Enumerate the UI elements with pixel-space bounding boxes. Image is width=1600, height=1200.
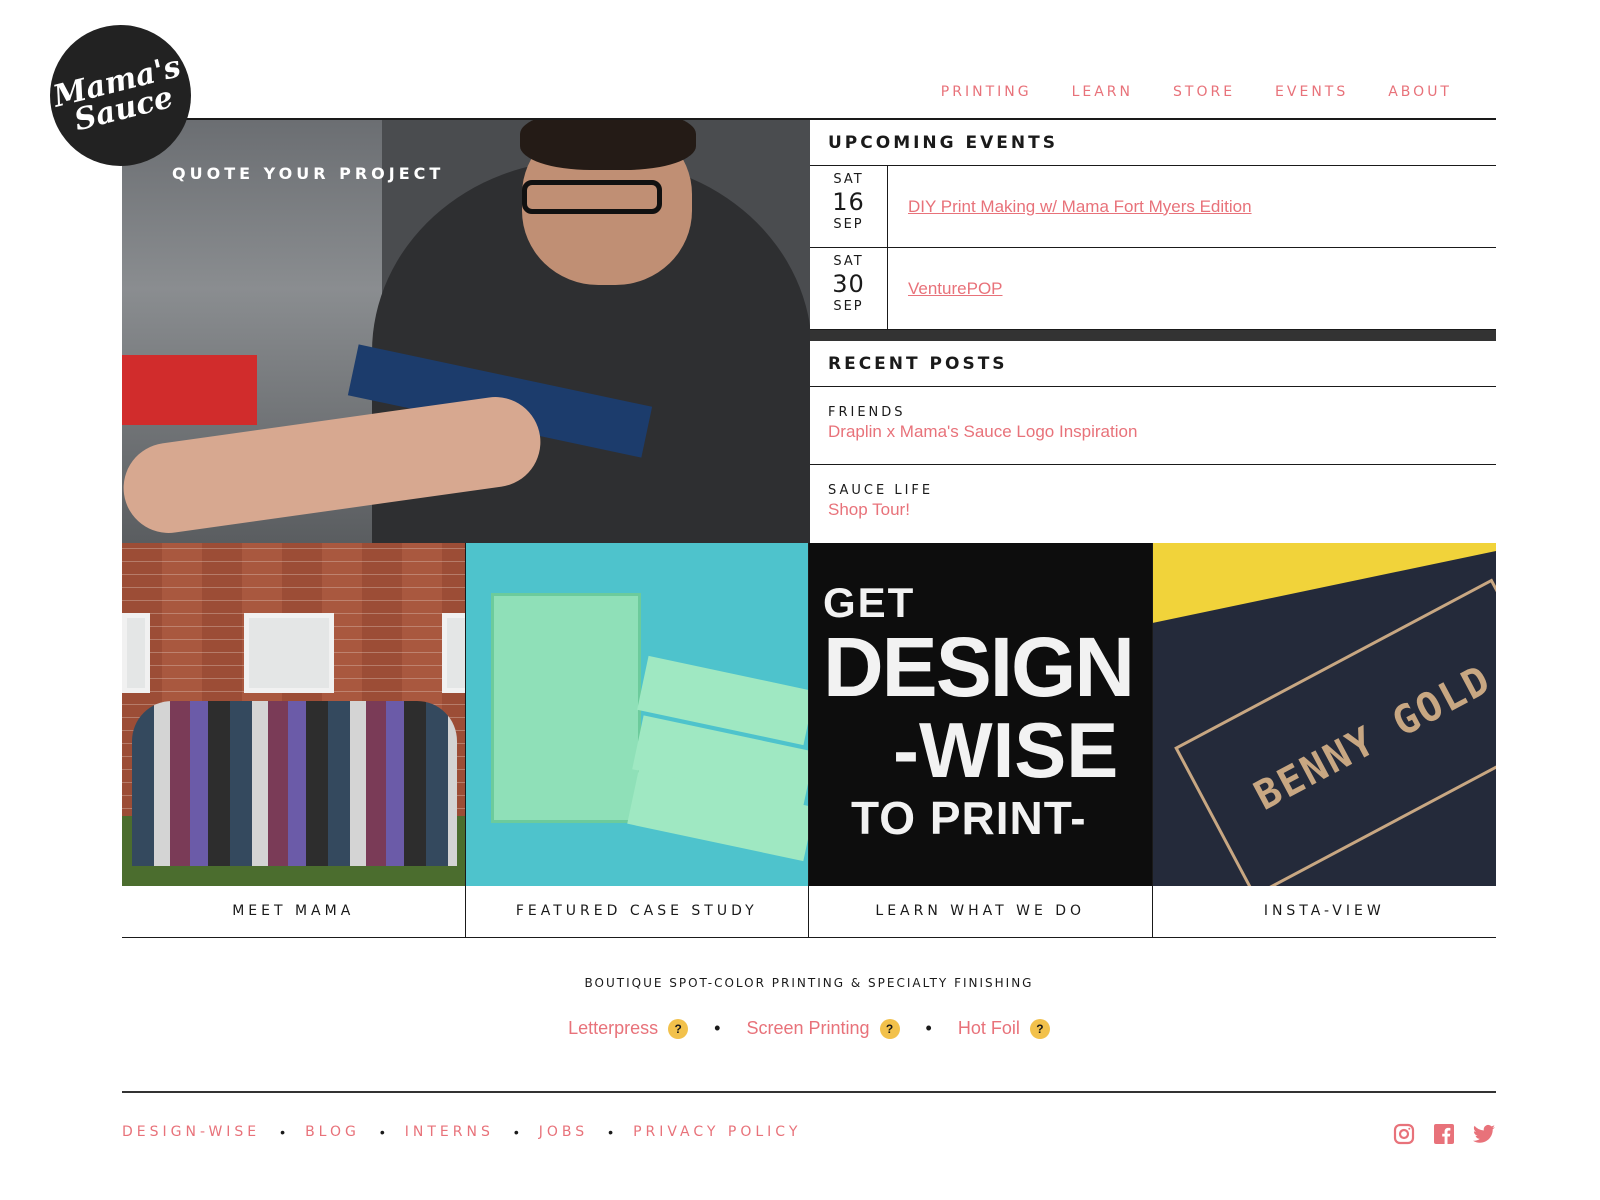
tile-caption[interactable]: INSTA-VIEW <box>1153 886 1497 937</box>
footer-interns[interactable]: INTERNS <box>405 1124 494 1140</box>
tile-caption[interactable]: FEATURED CASE STUDY <box>466 886 809 937</box>
nav-events[interactable]: EVENTS <box>1275 84 1348 100</box>
nav-about[interactable]: ABOUT <box>1388 84 1452 100</box>
tagline: BOUTIQUE SPOT-COLOR PRINTING & SPECIALTY… <box>584 976 1034 990</box>
foil-label: BENNY GOLD <box>1173 578 1496 886</box>
nav-store[interactable]: STORE <box>1173 84 1235 100</box>
tile-learn-what-we-do[interactable]: GET DESIGN -WISE TO PRINT- LEARN WHAT WE… <box>809 543 1153 937</box>
design-wise-graphic[interactable]: GET DESIGN -WISE TO PRINT- <box>809 543 1152 886</box>
separator-dot: • <box>379 1124 385 1140</box>
tiles-divider <box>122 937 1496 938</box>
service-screen-printing[interactable]: Screen Printing ? <box>746 1018 900 1039</box>
case-study-photo[interactable] <box>465 543 808 886</box>
event-date: SAT 16 SEP <box>810 166 888 247</box>
separator-dot: • <box>280 1124 286 1140</box>
hero-person-glasses <box>522 180 662 214</box>
event-month: SEP <box>833 217 864 232</box>
service-letterpress[interactable]: Letterpress ? <box>568 1018 689 1039</box>
tile-caption[interactable]: LEARN WHAT WE DO <box>809 886 1152 937</box>
post-item[interactable]: SAUCE LIFE Shop Tour! <box>810 464 1496 541</box>
event-link[interactable]: DIY Print Making w/ Mama Fort Myers Edit… <box>888 166 1496 247</box>
event-dow: SAT <box>833 254 864 269</box>
design-wise-lettering: GET DESIGN -WISE TO PRINT- <box>823 579 1135 845</box>
footer-nav: DESIGN-WISE • BLOG • INTERNS • JOBS • PR… <box>122 1124 801 1140</box>
help-icon[interactable]: ? <box>1029 1018 1050 1039</box>
hero-red-box <box>122 355 257 425</box>
nav-printing[interactable]: PRINTING <box>941 84 1032 100</box>
hero-person-hair <box>520 120 696 170</box>
post-category: FRIENDS <box>828 405 906 420</box>
post-item[interactable]: FRIENDS Draplin x Mama's Sauce Logo Insp… <box>810 387 1496 464</box>
service-label: Screen Printing <box>746 1018 870 1038</box>
tile-featured-case-study[interactable]: FEATURED CASE STUDY <box>465 543 809 937</box>
footer-jobs[interactable]: JOBS <box>539 1124 588 1140</box>
social-links <box>1392 1122 1496 1146</box>
team-group <box>132 701 457 866</box>
separator-dot: • <box>608 1124 614 1140</box>
mamas-sauce-logo[interactable]: Mama's Sauce <box>50 25 191 166</box>
event-day: 30 <box>832 270 865 298</box>
service-hot-foil[interactable]: Hot Foil ? <box>958 1018 1050 1039</box>
event-item[interactable]: SAT 16 SEP DIY Print Making w/ Mama Fort… <box>810 166 1496 248</box>
window <box>122 613 150 693</box>
quote-your-project-link[interactable]: QUOTE YOUR PROJECT <box>172 164 444 183</box>
event-day: 16 <box>832 188 865 216</box>
help-icon[interactable]: ? <box>668 1018 689 1039</box>
post-link[interactable]: Shop Tour! <box>828 500 1496 520</box>
window <box>442 613 465 693</box>
facebook-icon[interactable] <box>1432 1122 1456 1146</box>
nav-learn[interactable]: LEARN <box>1072 84 1133 100</box>
help-icon[interactable]: ? <box>879 1018 900 1039</box>
event-date: SAT 30 SEP <box>810 248 888 329</box>
tile-caption[interactable]: MEET MAMA <box>122 886 465 937</box>
separator-dot: • <box>714 1018 721 1038</box>
footer-privacy-policy[interactable]: PRIVACY POLICY <box>633 1124 801 1140</box>
window <box>244 613 334 693</box>
instagram-icon[interactable] <box>1392 1122 1416 1146</box>
twitter-icon[interactable] <box>1472 1122 1496 1146</box>
tile-meet-mama[interactable]: MEET MAMA <box>122 543 466 937</box>
services-list: Letterpress ? • Screen Printing ? • Hot … <box>0 1018 1600 1039</box>
separator-dot: • <box>925 1018 932 1038</box>
main-nav: PRINTING LEARN STORE EVENTS ABOUT <box>941 84 1452 100</box>
event-link[interactable]: VenturePOP <box>888 248 1496 329</box>
section-divider <box>810 330 1496 341</box>
footer-divider <box>122 1091 1496 1093</box>
event-month: SEP <box>833 299 864 314</box>
team-photo[interactable] <box>122 543 465 886</box>
upcoming-events-heading: UPCOMING EVENTS <box>810 120 1496 166</box>
event-item[interactable]: SAT 30 SEP VenturePOP <box>810 248 1496 330</box>
foil-label-text: BENNY GOLD <box>1246 656 1496 820</box>
card-box <box>490 593 641 823</box>
separator-dot: • <box>513 1124 519 1140</box>
sidebar: UPCOMING EVENTS SAT 16 SEP DIY Print Mak… <box>810 120 1496 541</box>
tile-insta-view[interactable]: BENNY GOLD INSTA-VIEW <box>1152 543 1497 937</box>
event-dow: SAT <box>833 172 864 187</box>
post-category: SAUCE LIFE <box>828 483 934 498</box>
feature-tiles: MEET MAMA FEATURED CASE STUDY GET DESIGN… <box>122 543 1496 937</box>
logo-text: Mama's Sauce <box>49 48 185 138</box>
service-label: Hot Foil <box>957 1018 1020 1038</box>
lettering-line: -WISE <box>893 706 1119 794</box>
footer-blog[interactable]: BLOG <box>305 1124 360 1140</box>
lettering-line: GET <box>823 579 916 626</box>
hero-image[interactable]: QUOTE YOUR PROJECT <box>122 120 810 543</box>
footer-design-wise[interactable]: DESIGN-WISE <box>122 1124 260 1140</box>
lettering-line: TO PRINT- <box>851 792 1087 844</box>
service-label: Letterpress <box>568 1018 659 1038</box>
recent-posts-heading: RECENT POSTS <box>810 341 1496 387</box>
post-link[interactable]: Draplin x Mama's Sauce Logo Inspiration <box>828 422 1496 442</box>
lettering-line: DESIGN <box>823 620 1135 714</box>
insta-photo[interactable]: BENNY GOLD <box>1152 543 1496 886</box>
